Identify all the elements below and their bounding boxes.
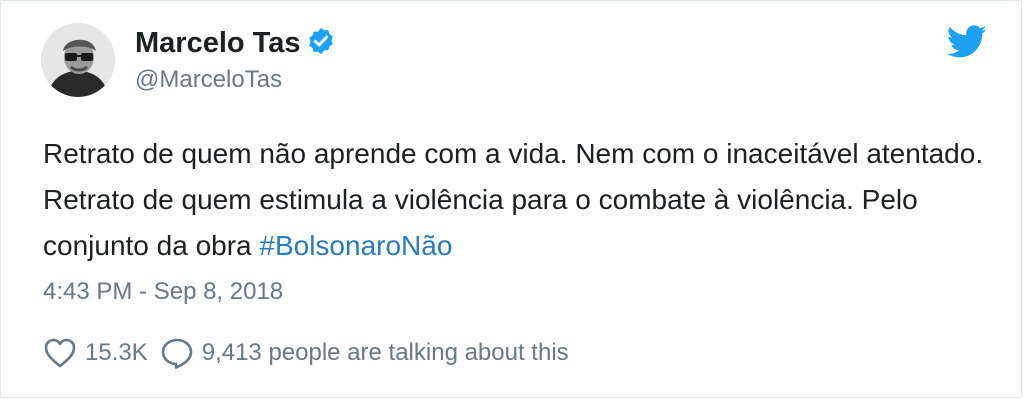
twitter-bird-icon[interactable] — [947, 25, 987, 59]
heart-icon — [44, 338, 76, 368]
verified-badge-icon — [309, 27, 334, 55]
reply-button[interactable]: 9,413 people are talking about this — [160, 337, 569, 369]
speech-bubble-icon — [161, 338, 193, 369]
like-count[interactable]: 15.3K — [85, 339, 148, 367]
display-name-row[interactable]: Marcelo Tas — [135, 25, 336, 61]
avatar-photo — [41, 23, 115, 97]
tweet-card: Marcelo Tas @MarceloTas Retrato de quem … — [0, 0, 1022, 398]
like-button[interactable]: 15.3K — [43, 337, 148, 369]
action-bar: 15.3K 9,413 people are talking about thi… — [43, 333, 569, 373]
timestamp[interactable]: 4:43 PM - Sep 8, 2018 — [43, 275, 283, 309]
tweet-body: Retrato de quem não aprende com a vida. … — [43, 138, 984, 261]
display-name[interactable]: Marcelo Tas — [135, 27, 300, 59]
talking-count-text[interactable]: 9,413 people are talking about this — [202, 339, 569, 367]
user-handle[interactable]: @MarceloTas — [135, 63, 282, 97]
avatar[interactable] — [41, 23, 115, 97]
hashtag-link[interactable]: #BolsonaroNão — [259, 230, 452, 261]
tweet-text: Retrato de quem não aprende com a vida. … — [43, 131, 1003, 269]
